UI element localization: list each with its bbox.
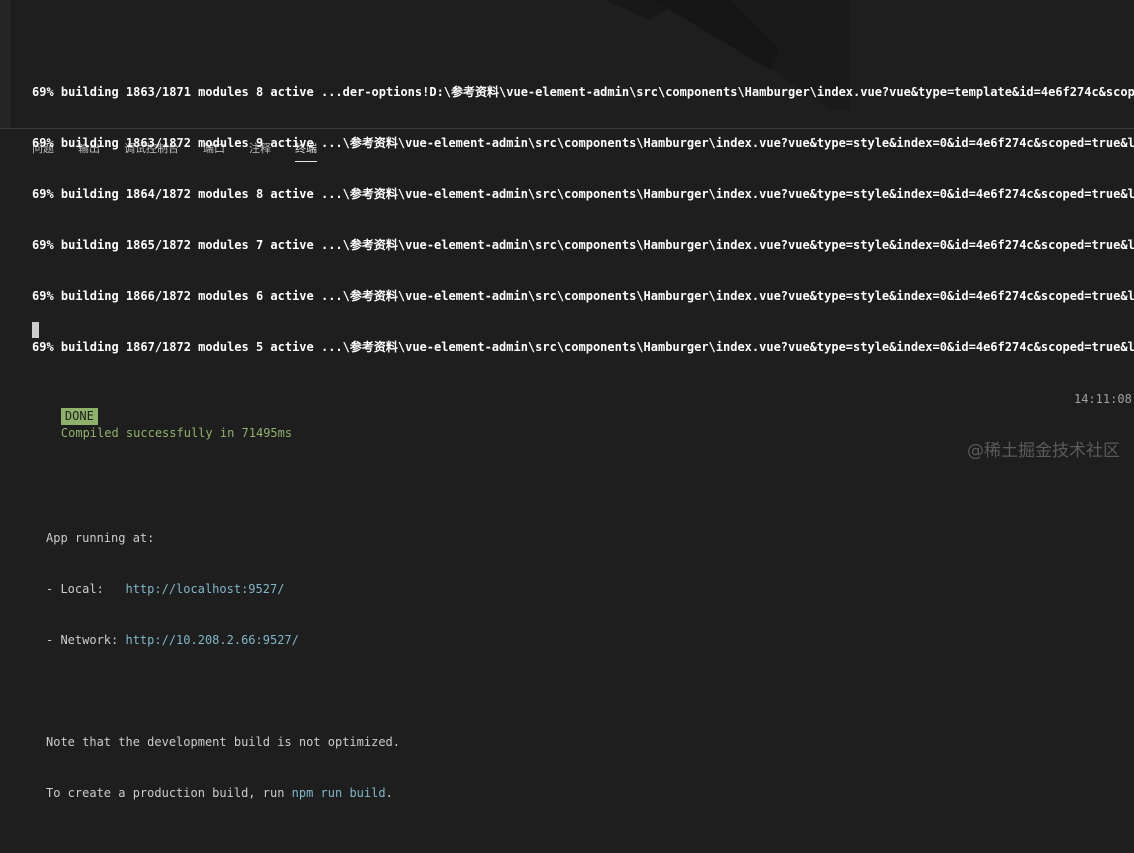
app-info-block: App running at: - Local: http://localhos… [32,496,1134,836]
app-running-heading: App running at: [46,530,1134,547]
local-label: - Local: [46,582,125,596]
prod-hint-prefix: To create a production build, run [46,786,292,800]
build-log-line: 69% building 1866/1872 modules 6 active … [32,288,1134,305]
dev-build-note: Note that the development build is not o… [46,734,1134,751]
prod-hint-suffix: . [386,786,393,800]
build-command: npm run build [292,786,386,800]
build-log-line: 69% building 1865/1872 modules 7 active … [32,237,1134,254]
compile-status-message: Compiled successfully in 71495ms [61,426,292,440]
done-badge: DONE [61,408,98,425]
compile-timestamp: 14:11:08 [1074,391,1134,408]
build-log-line: 69% building 1863/1871 modules 8 active … [32,84,1134,101]
network-label: - Network: [46,633,125,647]
local-url-line: - Local: http://localhost:9527/ [46,581,1134,598]
compile-status-row: DONE Compiled successfully in 71495ms 14… [32,391,1134,411]
prod-build-hint: To create a production build, run npm ru… [46,785,1134,802]
build-log-line: 69% building 1863/1872 modules 9 active … [32,135,1134,152]
network-url-link[interactable]: http://10.208.2.66:9527/ [125,633,298,647]
build-log-line: 69% building 1864/1872 modules 8 active … [32,186,1134,203]
network-url-line: - Network: http://10.208.2.66:9527/ [46,632,1134,649]
build-log-line: 69% building 1867/1872 modules 5 active … [32,339,1134,356]
editor-gutter [0,0,10,128]
local-url-link[interactable]: http://localhost:9527/ [125,582,284,596]
terminal-cursor [32,322,39,338]
site-watermark: @稀土掘金技术社区 [967,436,1120,461]
